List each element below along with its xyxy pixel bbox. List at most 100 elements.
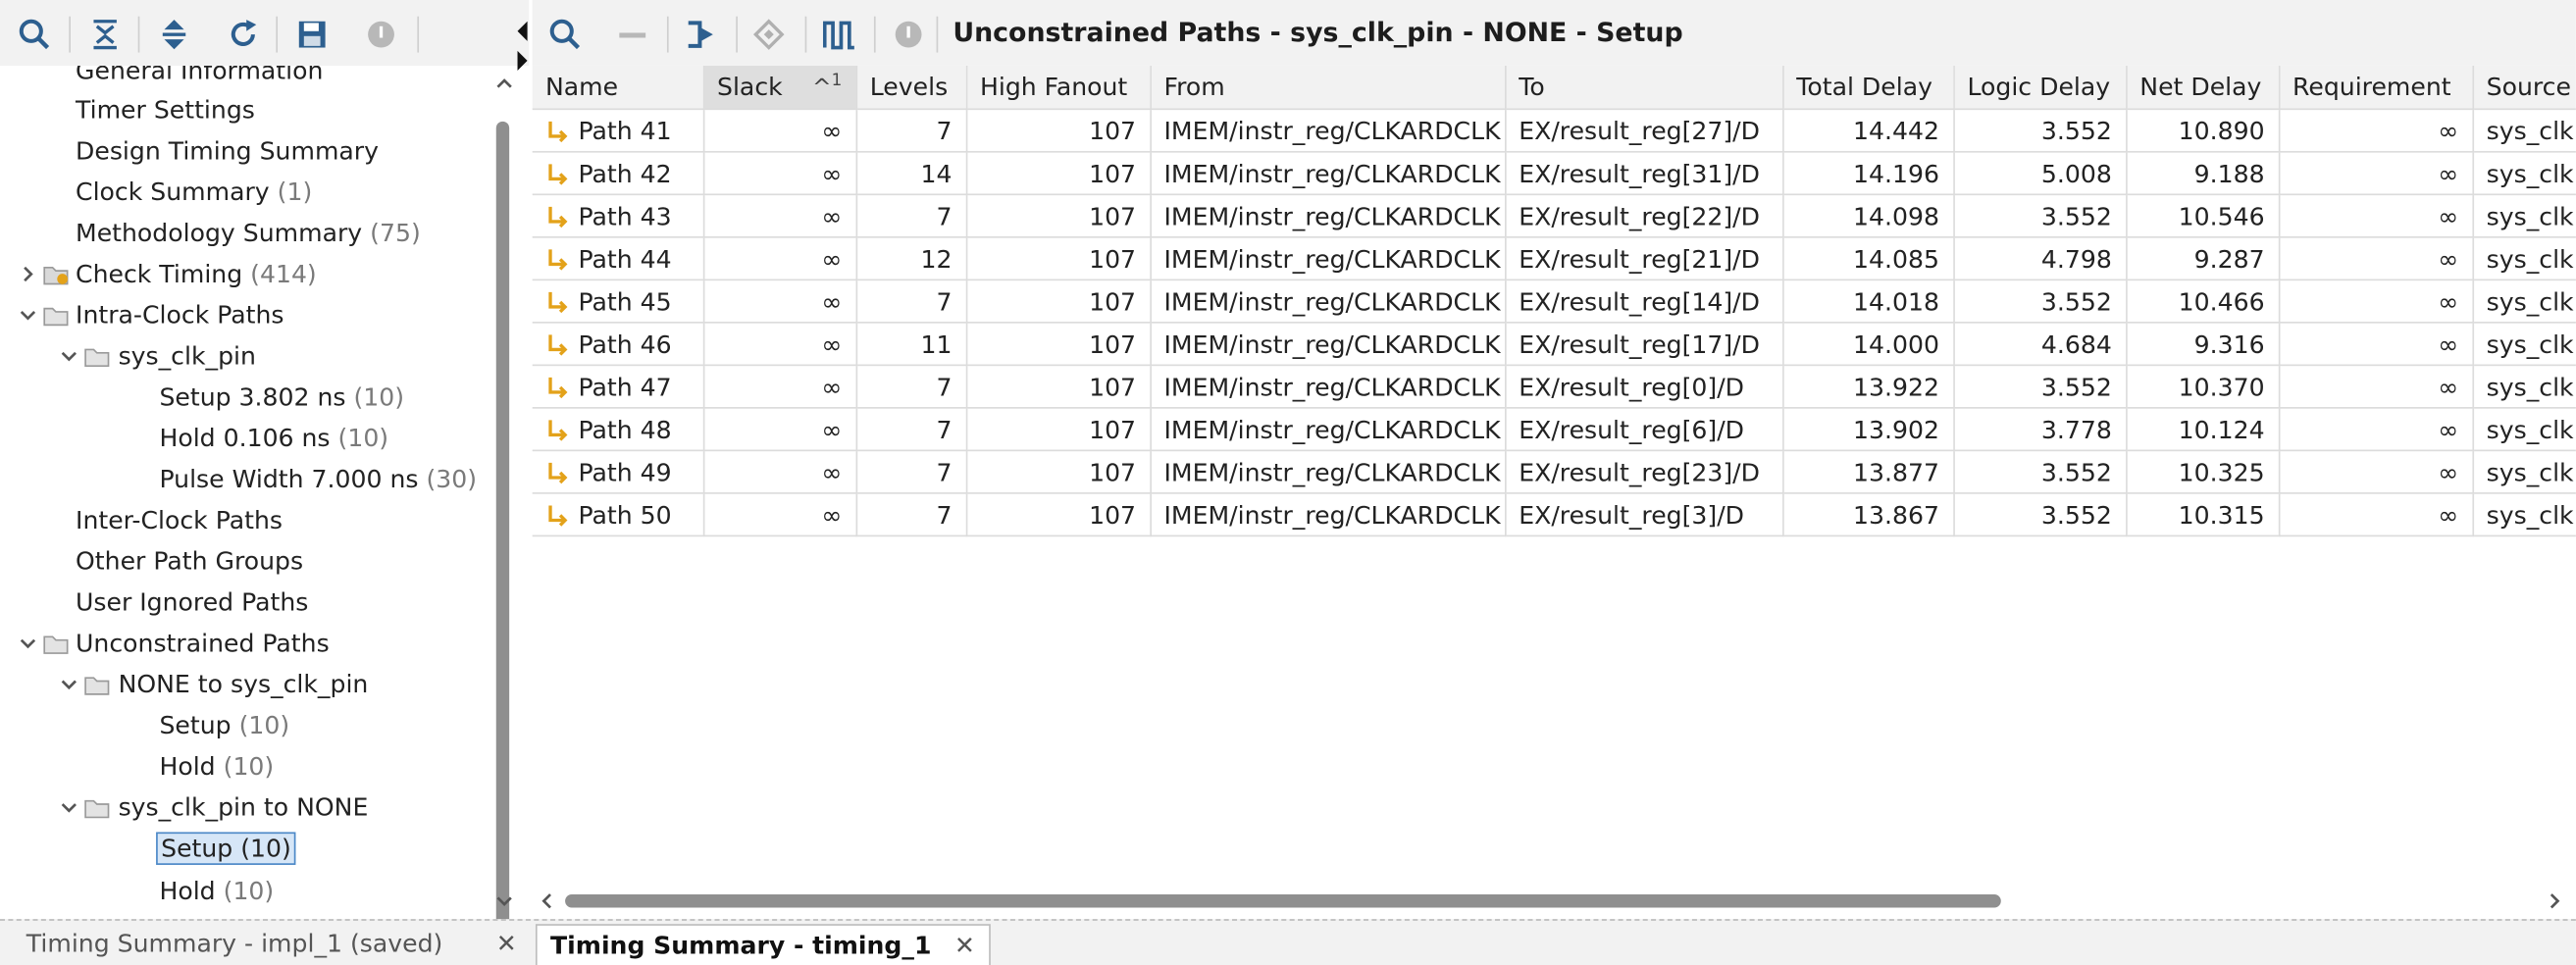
tree-item-general-information[interactable]: General Information <box>76 66 323 90</box>
table-row[interactable]: Path 42 ∞ 14 107 IMEM/instr_reg/CLKARDCL… <box>532 151 2576 196</box>
tree-item-sys-clk-pin-to-none[interactable]: sys_clk_pin to NONE <box>119 787 369 827</box>
cell-from: IMEM/instr_reg/CLKARDCLK <box>1150 365 1506 409</box>
toolbar-separator <box>804 16 807 53</box>
tree-item-clock-summary[interactable]: Clock Summary (1) <box>76 173 312 212</box>
tree-item-other-path-groups[interactable]: Other Path Groups <box>76 541 303 581</box>
tree-item-design-timing-summary[interactable]: Design Timing Summary <box>76 131 379 171</box>
tree-item-sys-clk-pin[interactable]: sys_clk_pin <box>119 336 256 376</box>
col-header-label: To <box>1519 72 1545 102</box>
table-row[interactable]: Path 45 ∞ 7 107 IMEM/instr_reg/CLKARDCLK… <box>532 279 2576 324</box>
col-header-total-delay[interactable]: Total Delay <box>1782 65 1955 111</box>
col-header-levels[interactable]: Levels <box>855 65 967 111</box>
tab-timing-summary-impl-1[interactable]: Timing Summary - impl_1 (saved) <box>26 924 443 963</box>
tree-vertical-scrollbar[interactable] <box>492 66 515 942</box>
chevron-right-icon[interactable] <box>2547 892 2563 909</box>
chevron-right-icon[interactable] <box>20 266 36 282</box>
col-header-slack[interactable]: Slack ^1 <box>702 65 857 111</box>
tree-item-count: (10) <box>337 423 389 453</box>
path-name: Path 45 <box>578 286 672 317</box>
cell-slack: ∞ <box>702 322 857 367</box>
chevron-down-icon[interactable] <box>496 892 513 909</box>
cell-levels: 7 <box>855 492 967 537</box>
table-row[interactable]: Path 47 ∞ 7 107 IMEM/instr_reg/CLKARDCLK… <box>532 365 2576 409</box>
tree-item-pulse-width[interactable]: Pulse Width 7.000 ns (30) <box>159 460 477 499</box>
table-row[interactable]: Path 49 ∞ 7 107 IMEM/instr_reg/CLKARDCLK… <box>532 450 2576 494</box>
tree-item-none-to-sys-setup[interactable]: Setup (10) <box>159 706 289 745</box>
tree-scroll-thumb[interactable] <box>495 121 510 942</box>
col-header-source-clock[interactable]: Source Clock <box>2472 65 2576 111</box>
cell-levels: 7 <box>855 450 967 494</box>
stop-icon[interactable] <box>891 17 927 53</box>
splitter-arrows-icon[interactable] <box>514 20 531 73</box>
tree-item-sys-to-none-setup-selected[interactable]: Setup (10) <box>156 831 296 867</box>
cell-slack: ∞ <box>702 365 857 409</box>
tree-item-sys-to-none-hold[interactable]: Hold (10) <box>159 872 274 911</box>
chevron-left-icon[interactable] <box>539 892 555 909</box>
goto-icon[interactable] <box>684 17 720 53</box>
table-horizontal-scrollbar[interactable] <box>533 887 2576 916</box>
refresh-icon[interactable] <box>225 17 261 53</box>
sort-ascending-icon: ^1 <box>812 73 842 102</box>
tree-item-timer-settings[interactable]: Timer Settings <box>76 90 255 129</box>
tree-item-label: Check Timing <box>76 259 243 289</box>
waveform-icon[interactable] <box>821 17 857 53</box>
chevron-up-icon[interactable] <box>496 76 513 92</box>
cell-levels: 7 <box>855 109 967 153</box>
col-header-name[interactable]: Name <box>532 65 704 111</box>
cell-slack: ∞ <box>702 492 857 537</box>
diamond-icon[interactable] <box>750 17 787 53</box>
paths-table-container: Name Slack ^1 Levels High Fanout From To … <box>532 65 2576 884</box>
chevron-down-icon[interactable] <box>61 799 77 816</box>
tree-item-none-to-sys-hold[interactable]: Hold (10) <box>159 746 274 786</box>
tree-item-check-timing[interactable]: Check Timing (414) <box>76 254 317 293</box>
col-header-net-delay[interactable]: Net Delay <box>2126 65 2280 111</box>
chevron-down-icon[interactable] <box>61 676 77 692</box>
search-icon[interactable] <box>17 17 53 53</box>
tab-timing-summary-timing-1[interactable]: Timing Summary - timing_1 ✕ <box>535 924 991 965</box>
table-row[interactable]: Path 48 ∞ 7 107 IMEM/instr_reg/CLKARDCLK… <box>532 407 2576 452</box>
expand-all-icon[interactable] <box>156 17 192 53</box>
cell-slack: ∞ <box>702 109 857 153</box>
toolbar-separator <box>873 16 876 53</box>
search-icon[interactable] <box>547 17 584 53</box>
tree-item-intra-clock-paths[interactable]: Intra-Clock Paths <box>76 295 283 334</box>
tree-item-methodology-summary[interactable]: Methodology Summary (75) <box>76 214 421 253</box>
chevron-down-icon[interactable] <box>61 348 77 365</box>
timing-path-icon <box>548 206 568 228</box>
stop-icon[interactable] <box>363 17 399 53</box>
collapse-all-icon[interactable] <box>87 17 124 53</box>
close-icon[interactable]: ✕ <box>954 931 975 960</box>
sort-glyph: ^ <box>811 75 832 102</box>
table-scroll-thumb[interactable] <box>565 894 2001 908</box>
chevron-down-icon[interactable] <box>20 307 36 324</box>
minus-icon[interactable] <box>614 17 650 53</box>
cell-net-delay: 10.546 <box>2126 194 2280 238</box>
table-row[interactable]: Path 44 ∞ 12 107 IMEM/instr_reg/CLKARDCL… <box>532 236 2576 281</box>
chevron-down-icon[interactable] <box>20 635 36 652</box>
col-header-from[interactable]: From <box>1150 65 1506 111</box>
col-header-logic-delay[interactable]: Logic Delay <box>1953 65 2127 111</box>
tree-item-inter-clock-paths[interactable]: Inter-Clock Paths <box>76 500 283 539</box>
cell-levels: 7 <box>855 279 967 324</box>
col-header-requirement[interactable]: Requirement <box>2278 65 2474 111</box>
table-row[interactable]: Path 43 ∞ 7 107 IMEM/instr_reg/CLKARDCLK… <box>532 194 2576 238</box>
table-row[interactable]: Path 50 ∞ 7 107 IMEM/instr_reg/CLKARDCLK… <box>532 492 2576 537</box>
tree-item-user-ignored-paths[interactable]: User Ignored Paths <box>76 583 308 622</box>
table-row[interactable]: Path 46 ∞ 11 107 IMEM/instr_reg/CLKARDCL… <box>532 322 2576 367</box>
cell-high-fanout: 107 <box>965 279 1152 324</box>
close-icon[interactable]: ✕ <box>496 924 517 963</box>
pane-splitter[interactable] <box>517 0 533 919</box>
table-row[interactable]: Path 41 ∞ 7 107 IMEM/instr_reg/CLKARDCLK… <box>532 109 2576 153</box>
tree-item-count: (10) <box>353 381 405 413</box>
tree-item-intra-hold[interactable]: Hold 0.106 ns (10) <box>159 419 388 458</box>
col-header-to[interactable]: To <box>1505 65 1783 111</box>
save-icon[interactable] <box>294 17 331 53</box>
col-header-high-fanout[interactable]: High Fanout <box>965 65 1152 111</box>
cell-name: Path 47 <box>532 365 704 409</box>
cell-total-delay: 14.098 <box>1782 194 1955 238</box>
cell-net-delay: 9.316 <box>2126 322 2280 367</box>
timing-tree-pane: General Information Timer Settings Desig… <box>0 0 530 942</box>
tree-item-intra-setup[interactable]: Setup 3.802 ns (10) <box>159 378 404 417</box>
tree-item-unconstrained-paths[interactable]: Unconstrained Paths <box>76 624 330 663</box>
tree-item-none-to-sys-clk-pin[interactable]: NONE to sys_clk_pin <box>119 665 369 704</box>
